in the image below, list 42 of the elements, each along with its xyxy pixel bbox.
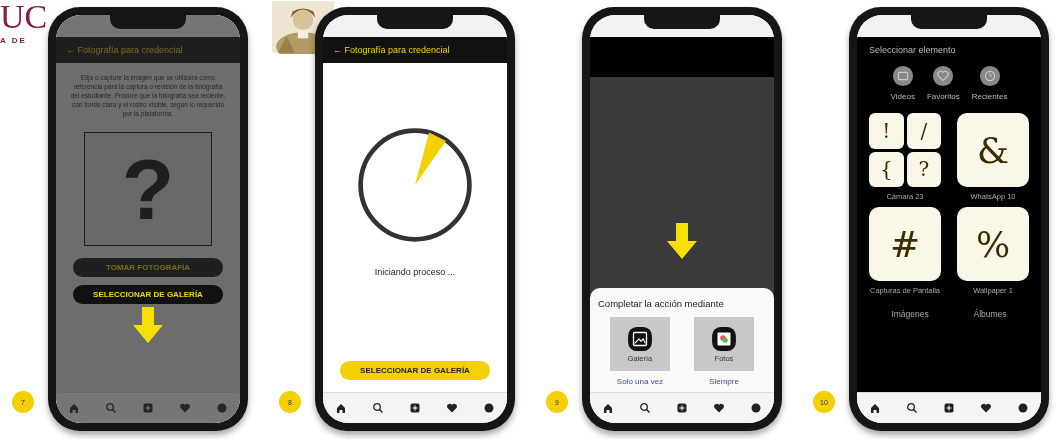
screen-header[interactable]: ← Fotografía para credencial (323, 37, 507, 63)
album-thumbnail[interactable]: { (869, 151, 904, 187)
video-icon[interactable] (891, 65, 914, 87)
status-text: Iniciando proceso ... (374, 267, 456, 277)
logo-text: UC (0, 0, 48, 34)
picker-title: Seleccionar elemento (869, 45, 957, 55)
action-button[interactable]: SELECCIONAR DE GALERÍA (73, 285, 223, 304)
shortcut-label: Recientes (971, 92, 1008, 101)
album-thumbnail[interactable]: # (869, 207, 941, 281)
picker-tab[interactable]: Álbumes (973, 309, 1007, 319)
profile-icon[interactable] (482, 402, 495, 414)
photos-icon (711, 325, 737, 352)
profile-icon[interactable] (1016, 402, 1029, 414)
home-icon[interactable] (602, 402, 615, 414)
logo-subtitle: A DE (0, 36, 28, 45)
heart-icon[interactable] (712, 402, 725, 414)
gallery-icon (627, 325, 653, 352)
sheet-title: Completar la acción mediante (598, 298, 725, 309)
search-icon[interactable] (906, 402, 919, 414)
add-icon[interactable] (943, 402, 955, 414)
gallery-button[interactable]: SELECCIONAR DE GALERÍA (340, 361, 490, 380)
home-icon[interactable] (869, 402, 882, 414)
heart-icon[interactable] (445, 402, 458, 414)
profile-icon[interactable] (749, 402, 762, 414)
picker-tab[interactable]: Imágenes (891, 309, 929, 319)
sheet-action-link[interactable]: Siempre (709, 377, 739, 386)
heart-icon[interactable] (979, 402, 992, 414)
album-thumbnail[interactable]: & (957, 113, 1029, 187)
search-icon[interactable] (639, 402, 652, 414)
home-icon[interactable] (335, 402, 348, 414)
add-icon[interactable] (676, 402, 688, 414)
search-icon[interactable] (372, 402, 385, 414)
album-thumbnail[interactable]: ! (869, 113, 904, 149)
clock-icon[interactable] (978, 65, 1001, 87)
shortcut-label: Videos (890, 92, 915, 101)
album-thumbnail[interactable]: ? (906, 151, 941, 187)
shortcut-label: Favoritos (926, 92, 960, 101)
question-mark-symbol: ? (121, 146, 175, 232)
album-thumbnail[interactable]: % (957, 207, 1029, 281)
album-thumbnail[interactable]: / (906, 113, 941, 149)
sheet-action-link[interactable]: Solo una vez (616, 377, 664, 386)
add-icon[interactable] (409, 402, 421, 414)
